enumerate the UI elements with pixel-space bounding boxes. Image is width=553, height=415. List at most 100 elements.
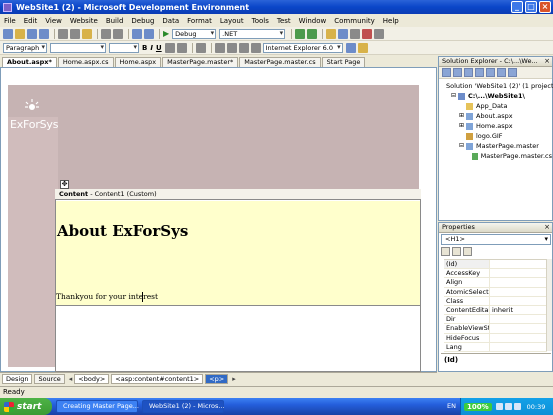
minimize-button[interactable]: _	[511, 1, 523, 13]
menu-tools[interactable]: Tools	[252, 17, 269, 25]
start-button[interactable]: start	[0, 398, 52, 415]
menu-help[interactable]: Help	[383, 17, 399, 25]
property-row[interactable]: Class	[444, 296, 547, 306]
properties-object-select[interactable]: <H1>	[441, 234, 551, 245]
network-icon[interactable]	[495, 403, 503, 410]
view-designer-icon[interactable]	[486, 68, 495, 77]
menu-community[interactable]: Community	[334, 17, 375, 25]
bold-button[interactable]: B	[142, 44, 147, 52]
property-row[interactable]: AtomicSelection	[444, 287, 547, 297]
title-bar[interactable]: WebSite1 (2) - Microsoft Development Env…	[0, 0, 553, 14]
menu-view[interactable]: View	[45, 17, 62, 25]
property-value[interactable]	[490, 278, 547, 286]
tag-p-button[interactable]: <p>	[205, 374, 229, 384]
clock[interactable]: 00:39	[527, 403, 546, 411]
doc-tab[interactable]: About.aspx*	[2, 57, 57, 67]
battery-indicator[interactable]: 100%	[464, 402, 492, 411]
menu-website[interactable]: Website	[70, 17, 98, 25]
property-value[interactable]	[490, 334, 547, 342]
start-page-icon[interactable]	[374, 28, 385, 39]
check-accessibility-icon[interactable]	[357, 42, 368, 53]
property-row[interactable]: (Id)	[444, 260, 547, 270]
tree-item[interactable]: ⊞ Home.aspx	[442, 121, 552, 131]
solution-config-select[interactable]: Debug	[172, 28, 217, 39]
properties-scrollbar[interactable]	[546, 259, 552, 351]
nav-left-icon[interactable]: ◂	[69, 375, 73, 383]
font-name-select[interactable]	[50, 42, 106, 53]
tree-item[interactable]: logo.GIF	[442, 131, 552, 141]
content-editable-area[interactable]	[56, 201, 420, 306]
find-icon[interactable]	[295, 28, 306, 39]
tree-item[interactable]: ⊟ C:\...\WebSite1\	[442, 91, 552, 101]
menu-format[interactable]: Format	[187, 17, 212, 25]
property-value[interactable]	[490, 324, 547, 332]
new-project-icon[interactable]	[3, 28, 13, 39]
page-heading[interactable]: About ExForSys	[57, 222, 188, 240]
open-file-icon[interactable]	[15, 28, 25, 39]
source-view-button[interactable]: Source	[34, 374, 65, 384]
menu-test[interactable]: Test	[277, 17, 291, 25]
validation-icon[interactable]	[345, 42, 356, 53]
property-value[interactable]	[490, 288, 547, 296]
doc-tab[interactable]: MasterPage.master*	[162, 57, 239, 67]
close-button[interactable]: ×	[539, 1, 551, 13]
navigate-forward-icon[interactable]	[144, 28, 154, 39]
foreground-color-icon[interactable]	[164, 42, 175, 53]
bullets-icon[interactable]	[214, 42, 225, 53]
menu-build[interactable]: Build	[106, 17, 124, 25]
property-row[interactable]: HideFocus	[444, 333, 547, 343]
copy-website-icon[interactable]	[497, 68, 506, 77]
maximize-button[interactable]: □	[525, 1, 537, 13]
nest-files-icon[interactable]	[464, 68, 473, 77]
italic-button[interactable]: I	[150, 44, 153, 52]
indent-icon[interactable]	[250, 42, 261, 53]
font-size-select[interactable]	[109, 42, 139, 53]
copy-icon[interactable]	[70, 28, 80, 39]
property-value[interactable]	[490, 343, 547, 351]
find-in-files-icon[interactable]	[307, 28, 318, 39]
security-icon[interactable]	[513, 403, 521, 410]
categorized-icon[interactable]	[441, 247, 450, 256]
doc-tab[interactable]: Home.aspx	[114, 57, 162, 67]
property-row[interactable]: EnableViewState	[444, 324, 547, 334]
property-row[interactable]: AccessKey	[444, 269, 547, 279]
property-row[interactable]: ContentEditableinherit	[444, 305, 547, 316]
doc-tab[interactable]: MasterPage.master.cs	[239, 57, 321, 67]
property-value[interactable]	[490, 269, 547, 277]
tree-item[interactable]: App_Data	[442, 101, 552, 111]
property-row[interactable]: Dir	[444, 315, 547, 325]
expand-toggle-icon[interactable]: ⊞	[458, 111, 465, 121]
menu-layout[interactable]: Layout	[220, 17, 244, 25]
properties-icon[interactable]	[442, 68, 451, 77]
cut-icon[interactable]	[58, 28, 68, 39]
tree-item[interactable]: Solution 'WebSite1 (2)' (1 project)	[442, 81, 553, 91]
asp-config-icon[interactable]	[508, 68, 517, 77]
property-value[interactable]	[490, 260, 547, 268]
navigate-back-icon[interactable]	[132, 28, 142, 39]
language-indicator[interactable]: EN	[447, 402, 456, 410]
nav-right-icon[interactable]: ▸	[232, 375, 236, 383]
doc-tab[interactable]: Home.aspx.cs	[57, 57, 114, 67]
toolbox-icon[interactable]	[362, 28, 373, 39]
close-properties-icon[interactable]: ×	[544, 223, 550, 232]
task-button-master-page[interactable]: Creating Master Page...	[56, 400, 139, 413]
property-row[interactable]: Align	[444, 278, 547, 288]
menu-file[interactable]: File	[4, 17, 16, 25]
menu-window[interactable]: Window	[299, 17, 327, 25]
outdent-icon[interactable]	[238, 42, 249, 53]
numbering-icon[interactable]	[226, 42, 237, 53]
tree-item[interactable]: MasterPage.master.cs	[442, 151, 552, 161]
browser-target-select[interactable]: Internet Explorer 6.0	[262, 42, 343, 53]
expand-toggle-icon[interactable]: ⊞	[458, 121, 465, 131]
save-all-icon[interactable]	[39, 28, 49, 39]
solution-explorer-header[interactable]: Solution Explorer - C:\...\We... ×	[439, 57, 552, 67]
menu-data[interactable]: Data	[162, 17, 179, 25]
volume-icon[interactable]	[504, 403, 512, 410]
tag-content-button[interactable]: <asp:content#content1>	[111, 374, 204, 384]
alphabetical-icon[interactable]	[452, 247, 461, 256]
tag-body-button[interactable]: <body>	[74, 374, 110, 384]
refresh-icon[interactable]	[453, 68, 462, 77]
underline-button[interactable]: U	[156, 44, 162, 52]
task-button-website[interactable]: WebSite1 (2) - Micros...	[142, 400, 225, 413]
background-color-icon[interactable]	[176, 42, 187, 53]
